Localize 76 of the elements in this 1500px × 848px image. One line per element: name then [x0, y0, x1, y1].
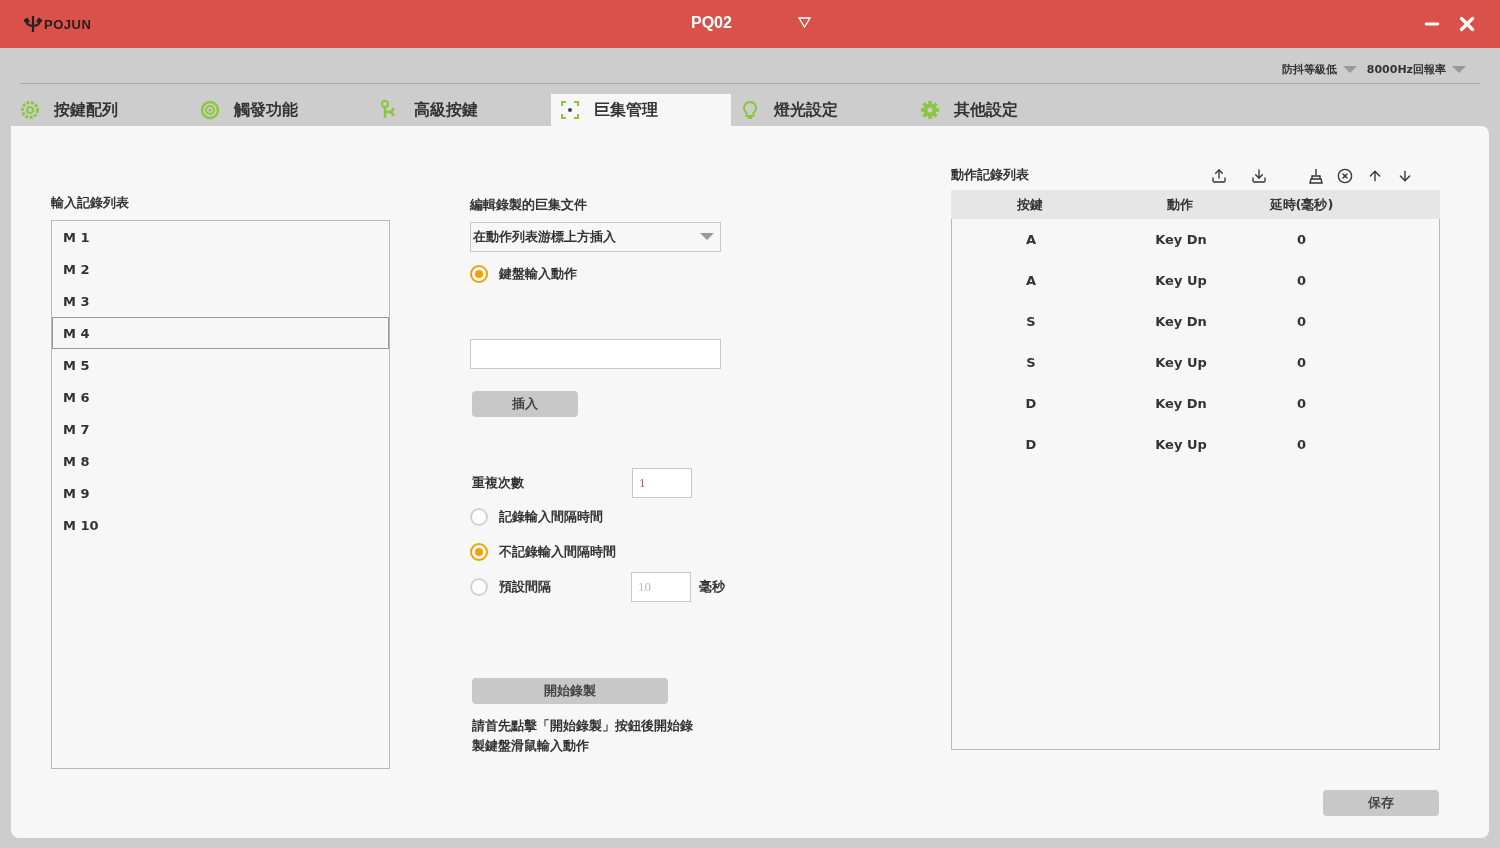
gear-ring-icon — [20, 100, 40, 120]
table-cell: D — [1025, 437, 1037, 452]
macro-item[interactable]: M 3 — [52, 285, 389, 317]
radio-button[interactable] — [470, 542, 488, 561]
table-cell: Key Dn — [1155, 232, 1207, 247]
broom-icon[interactable] — [1309, 168, 1323, 184]
table-cell: Key Up — [1155, 355, 1207, 370]
clear-icon[interactable] — [1337, 168, 1353, 184]
interval-field[interactable]: 10 — [631, 571, 691, 602]
target-icon — [200, 100, 220, 120]
table-cell: Key Up — [1155, 273, 1207, 288]
tab[interactable]: 觸發功能 — [191, 94, 371, 126]
table-cell: 0 — [1296, 273, 1306, 288]
table-cell: Key Dn — [1155, 396, 1207, 411]
trident-logo-icon — [24, 16, 42, 32]
record-button[interactable]: 開始錄製 — [472, 678, 668, 704]
macro-item[interactable]: M 5 — [52, 349, 389, 381]
tab[interactable]: 按鍵配列 — [11, 94, 191, 126]
repeat-label: 重複次數 — [472, 474, 525, 492]
dropdown-caret-icon[interactable] — [798, 17, 811, 28]
table-cell: 0 — [1296, 396, 1306, 411]
table-cell: 0 — [1296, 355, 1306, 370]
logo-text: POJUN — [44, 16, 92, 32]
caret-icon — [700, 233, 714, 241]
bulb-icon — [740, 100, 760, 120]
key-input-field[interactable] — [470, 339, 721, 369]
window-title: PQ02 — [691, 14, 732, 32]
insert-mode-dropdown[interactable]: 在動作列表游標上方插入 — [470, 222, 721, 252]
repeat-count-field[interactable]: 1 — [632, 468, 692, 498]
list-title: 動作記錄列表 — [951, 166, 1029, 184]
table-cell: A — [1025, 273, 1037, 288]
table-cell: S — [1026, 355, 1036, 370]
radio-button[interactable] — [470, 264, 488, 283]
table-cell: A — [1025, 232, 1037, 247]
radio-button[interactable] — [470, 507, 488, 526]
table-cell: Key Dn — [1155, 314, 1207, 329]
setting-dropdown[interactable]: 8000Hz回報率 — [1366, 62, 1466, 77]
radio-label: 記錄輸入間隔時間 — [499, 507, 603, 526]
radio-label: 預設間隔 — [499, 577, 552, 596]
macro-item[interactable]: M 4 — [52, 317, 389, 349]
table-cell: 0 — [1296, 232, 1306, 247]
macro-item[interactable]: M 9 — [52, 477, 389, 509]
column-header: 動作 — [1167, 195, 1193, 214]
setting-dropdown[interactable]: 防抖等級低 — [1281, 62, 1357, 77]
save-button[interactable]: 保存 — [1323, 790, 1439, 816]
table-cell: S — [1026, 314, 1036, 329]
macro-item[interactable]: M 10 — [52, 509, 389, 541]
table-cell: D — [1025, 396, 1037, 411]
unit-label: 毫秒 — [699, 577, 725, 596]
caret-icon — [1452, 65, 1466, 74]
caret-icon — [1342, 65, 1357, 74]
tab[interactable]: 巨集管理 — [551, 94, 731, 126]
hint-text: 請首先點擊「開始錄製」按鈕後開始錄製鍵盤滑鼠輸入動作 — [472, 717, 694, 755]
tab[interactable]: 其他設定 — [911, 94, 1091, 126]
section-title: 編輯錄製的巨集文件 — [470, 196, 588, 214]
import-icon[interactable] — [1251, 168, 1267, 184]
macro-item[interactable]: M 7 — [52, 413, 389, 445]
radio-label: 不記錄輸入間隔時間 — [499, 542, 616, 561]
insert-button[interactable]: 插入 — [472, 391, 578, 417]
radio-label: 鍵盤輸入動作 — [499, 264, 577, 283]
table-cell: Key Up — [1155, 437, 1207, 452]
focus-frame-icon — [560, 100, 580, 120]
macro-item[interactable]: M 8 — [52, 445, 389, 477]
column-header: 延時(毫秒) — [1269, 195, 1334, 214]
export-icon[interactable] — [1211, 168, 1227, 184]
macro-item[interactable]: M 1 — [52, 221, 389, 253]
tab[interactable]: 燈光設定 — [731, 94, 911, 126]
gear-icon — [920, 100, 940, 120]
table-cell: 0 — [1296, 437, 1306, 452]
list-title: 輸入記錄列表 — [51, 194, 130, 212]
table-cell: 0 — [1296, 314, 1306, 329]
macro-item[interactable]: M 6 — [52, 381, 389, 413]
column-header: 按鍵 — [1017, 195, 1043, 214]
tab[interactable]: 高級按鍵 — [371, 94, 551, 126]
macro-item[interactable]: M 2 — [52, 253, 389, 285]
radio-button[interactable] — [470, 577, 488, 596]
